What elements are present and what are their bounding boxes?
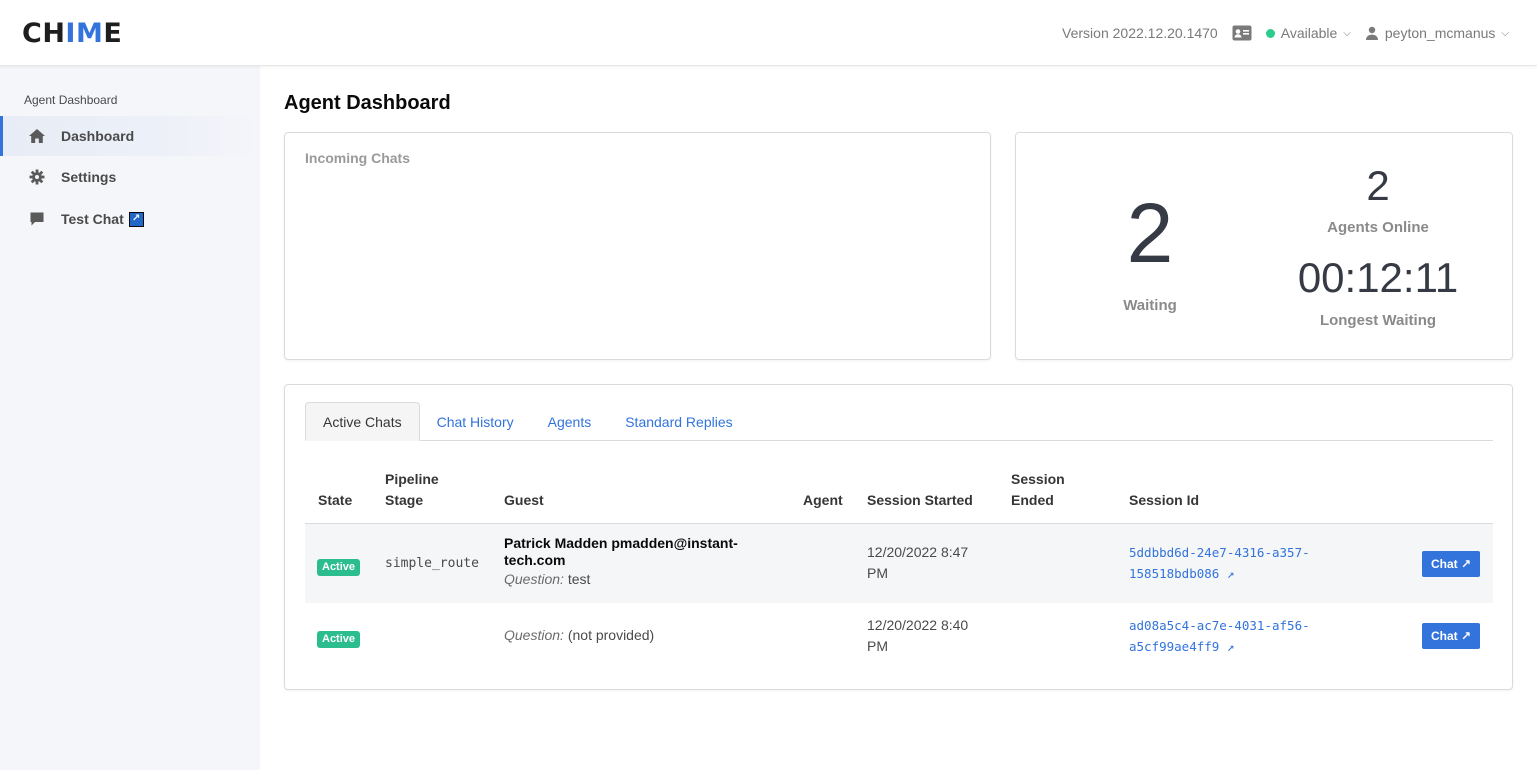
agents-online-count: 2: [1366, 162, 1390, 209]
sidebar-item-dashboard[interactable]: Dashboard: [0, 116, 260, 156]
waiting-count: 2: [1126, 186, 1174, 280]
table-row: Active Question: (not provided) 12/20/20…: [305, 603, 1493, 673]
status-dropdown[interactable]: Available ⌵: [1265, 25, 1351, 41]
sidebar-item-label: Test Chat: [61, 211, 124, 227]
column-header-pipeline-stage[interactable]: Pipeline Stage: [385, 469, 439, 511]
guest-name: Patrick Madden pmadden@instant-: [504, 535, 738, 551]
question-text: (not provided): [567, 627, 655, 643]
question-label: Question:: [504, 627, 564, 643]
column-header-session-ended[interactable]: Session Ended: [1011, 469, 1065, 511]
status-available-icon: [1265, 28, 1275, 38]
id-card-icon[interactable]: [1232, 25, 1252, 41]
waiting-label: Waiting: [1123, 297, 1177, 314]
sidebar: Agent Dashboard Dashboard Settings Test …: [0, 66, 260, 770]
chats-tabs-panel: Active Chats Chat History Agents Standar…: [284, 384, 1513, 690]
top-navbar: CHIME Version 2022.12.20.1470 Available …: [0, 0, 1537, 66]
column-header-session-id[interactable]: Session Id: [1129, 490, 1199, 511]
tab-standard-replies[interactable]: Standard Replies: [608, 402, 749, 441]
chat-button[interactable]: Chat ↗: [1422, 623, 1480, 649]
column-header-session-started[interactable]: Session Started: [867, 490, 973, 511]
state-cell: Active: [317, 627, 361, 648]
longest-waiting-label: Longest Waiting: [1319, 312, 1437, 329]
tab-bar: Active Chats Chat History Agents Standar…: [305, 402, 1493, 441]
guest-name-continued: tech.com: [504, 552, 566, 568]
user-dropdown[interactable]: peyton_mcmanus ⌵: [1365, 25, 1509, 41]
sidebar-item-label: Settings: [61, 169, 117, 185]
session-id-link[interactable]: 5ddbbd6d-24e7-4316-a357- 158518bdb086 ↗: [1129, 542, 1310, 584]
session-id-link[interactable]: ad08a5c4-ac7e-4031-af56- a5cf99ae4ff9 ↗: [1129, 615, 1310, 657]
tab-chat-history[interactable]: Chat History: [420, 402, 531, 441]
external-link-icon: ↗: [128, 211, 144, 227]
question-text: test: [567, 571, 591, 587]
tab-agents[interactable]: Agents: [531, 402, 609, 441]
chevron-down-icon: ⌵: [1501, 27, 1509, 39]
status-badge: Active: [317, 559, 361, 576]
pipeline-cell: simple_route: [385, 556, 479, 571]
gear-icon: [28, 168, 46, 186]
chevron-down-icon: ⌵: [1343, 27, 1351, 39]
guest-cell: Question: (not provided): [504, 625, 654, 646]
status-label: Available: [1280, 25, 1338, 41]
table-row: Active simple_route Patrick Madden pmadd…: [305, 524, 1493, 603]
page-title: Agent Dashboard: [284, 92, 451, 114]
chat-bubble-icon: [28, 210, 46, 228]
user-icon: [1365, 26, 1379, 40]
sidebar-item-settings[interactable]: Settings: [0, 157, 260, 197]
chime-logo[interactable]: CHIME: [22, 20, 122, 48]
username-label: peyton_mcmanus: [1384, 25, 1496, 41]
sidebar-title: Agent Dashboard: [24, 93, 118, 107]
session-started-cell: 12/20/2022 8:47 PM: [867, 544, 969, 581]
stats-panel: 2 Waiting 2 Agents Online 00:12:11 Longe…: [1015, 132, 1513, 360]
status-badge: Active: [317, 631, 361, 648]
incoming-chats-title: Incoming Chats: [305, 150, 411, 166]
column-header-guest[interactable]: Guest: [504, 490, 544, 511]
guest-cell: Patrick Madden pmadden@instant- tech.com…: [504, 535, 794, 589]
sidebar-item-test-chat[interactable]: Test Chat ↗: [0, 199, 260, 239]
home-icon: [28, 127, 46, 145]
session-started-cell: 12/20/2022 8:40 PM: [867, 617, 969, 654]
sidebar-item-label: Dashboard: [61, 128, 135, 144]
column-header-agent[interactable]: Agent: [803, 490, 843, 511]
state-cell: Active: [317, 555, 361, 576]
question-label: Question:: [504, 571, 564, 587]
tab-active-chats[interactable]: Active Chats: [305, 402, 420, 441]
navbar-right: Version 2022.12.20.1470 Available ⌵ peyt…: [1062, 0, 1509, 66]
longest-waiting-time: 00:12:11: [1297, 254, 1459, 301]
column-header-state[interactable]: State: [318, 490, 352, 511]
incoming-chats-panel: Incoming Chats: [284, 132, 991, 360]
version-label: Version 2022.12.20.1470: [1062, 25, 1218, 41]
agents-online-label: Agents Online: [1327, 219, 1429, 236]
chat-button[interactable]: Chat ↗: [1422, 551, 1480, 577]
